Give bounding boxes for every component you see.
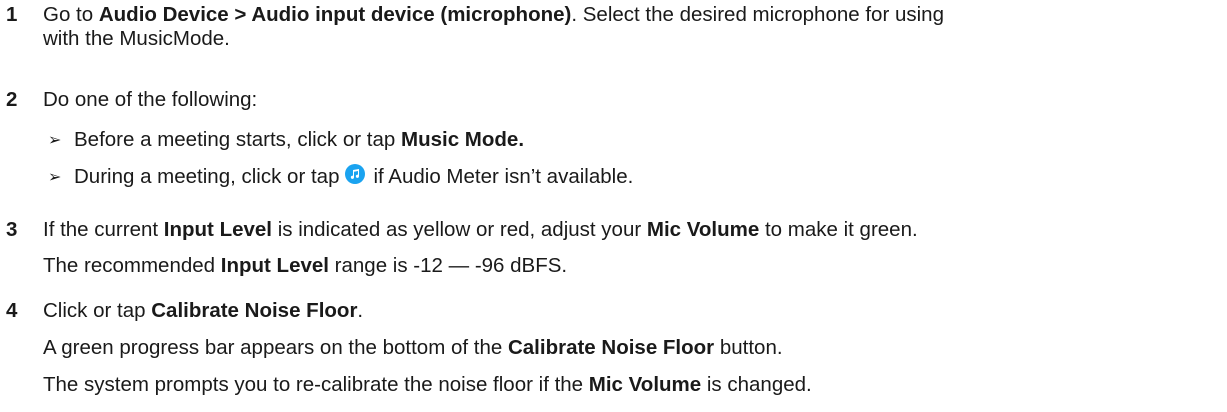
bold-term: Calibrate Noise Floor (151, 299, 358, 322)
note-text: A green progress bar appears on the bott… (43, 336, 508, 359)
step-4-line: Click or tap Calibrate Noise Floor. (43, 299, 363, 323)
bullet-text: if Audio Meter isn’t available. (373, 165, 634, 188)
step-number: 2 (6, 88, 18, 111)
step-text: . Select the desired microphone for usin… (571, 3, 944, 26)
step-text: . (357, 299, 364, 322)
step-4-note-2: The system prompts you to re-calibrate t… (43, 373, 812, 397)
note-text: The system prompts you to re-calibrate t… (43, 373, 589, 396)
step-number: 1 (6, 3, 18, 26)
note-text: range is -12 — -96 dBFS. (328, 254, 568, 277)
bold-term: Mic Volume (646, 218, 760, 241)
bold-term: Input Level (163, 218, 272, 241)
bold-term: Music Mode. (401, 128, 525, 151)
bullet-item: ➢ During a meeting, click or tap if Audio … (48, 164, 633, 191)
step-text: Click or tap (43, 299, 152, 322)
note-text: is changed. (701, 373, 812, 396)
step-3-note: The recommended Input Level range is -12… (43, 254, 567, 278)
note-text: The recommended (43, 254, 221, 277)
step-number: 3 (6, 218, 18, 241)
step-3-line: If the current Input Level is indicated … (43, 218, 918, 242)
step-text: is indicated as yellow or red, adjust yo… (272, 218, 647, 241)
note-text: button. (714, 336, 783, 359)
step-1-line-1: Go to Audio Device > Audio input device … (43, 3, 944, 27)
menu-path: Audio Device > Audio input device (micro… (98, 3, 572, 26)
step-number: 4 (6, 299, 18, 322)
step-text: Do one of the following: (43, 88, 258, 111)
step-text: Go to (43, 3, 99, 26)
bullet-text: During a meeting, click or tap (74, 165, 340, 188)
bold-term: Input Level (220, 254, 329, 277)
bullet-text: Before a meeting starts, click or tap (74, 128, 401, 151)
step-text: If the current (43, 218, 164, 241)
music-note-icon (345, 164, 366, 184)
step-4-note-1: A green progress bar appears on the bott… (43, 336, 783, 360)
arrow-bullet-icon: ➢ (48, 169, 62, 186)
arrow-bullet-icon: ➢ (48, 132, 62, 149)
step-text: to make it green. (759, 218, 918, 241)
step-1-line-2: with the MusicMode. (43, 27, 230, 50)
bold-term: Mic Volume (588, 373, 702, 396)
bullet-item: ➢ Before a meeting starts, click or tap M… (48, 128, 524, 154)
bold-term: Calibrate Noise Floor (507, 336, 715, 359)
